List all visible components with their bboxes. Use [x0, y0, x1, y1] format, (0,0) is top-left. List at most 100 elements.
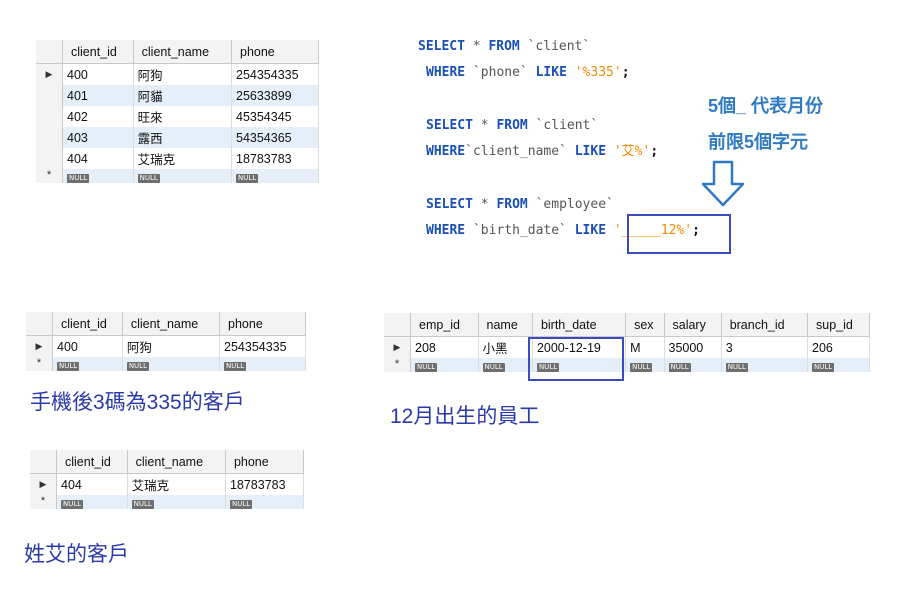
null-badge: NULL: [229, 500, 253, 509]
column-header[interactable]: sup_id: [807, 313, 870, 337]
null-cell[interactable]: NULL: [807, 358, 870, 372]
null-cell[interactable]: NULL: [219, 357, 306, 371]
cell[interactable]: 45354345: [231, 106, 319, 127]
table-row[interactable]: ▶ 400 阿狗 254354335: [26, 335, 306, 357]
table-row[interactable]: 403 露西 54354365: [36, 127, 319, 148]
new-row[interactable]: * NULL NULL NULL: [26, 357, 306, 371]
cell[interactable]: 254354335: [231, 63, 319, 85]
sql-identifier: `client`: [527, 118, 599, 133]
null-badge: NULL: [67, 174, 90, 183]
grid-header: client_id client_name phone: [36, 40, 319, 64]
new-row[interactable]: * NULL NULL NULL: [30, 495, 305, 509]
null-cell[interactable]: NULL: [56, 495, 128, 509]
column-header[interactable]: salary: [664, 313, 722, 337]
null-cell[interactable]: NULL: [133, 169, 233, 183]
table-row[interactable]: ▶ 404 艾瑞克 18783783: [30, 473, 305, 495]
null-cell[interactable]: NULL: [122, 357, 221, 371]
new-row[interactable]: * NULL NULL NULL: [36, 169, 319, 183]
table-row[interactable]: ▶ 208 小黑 2000-12-19 M 35000 3 206: [384, 336, 870, 358]
null-cell[interactable]: NULL: [127, 495, 226, 509]
sql-query-1-line-2: WHERE `phone` LIKE '%335';: [426, 65, 630, 81]
cell[interactable]: 404: [56, 473, 128, 495]
row-selector[interactable]: [36, 85, 63, 106]
new-row-icon[interactable]: *: [26, 357, 53, 371]
column-header[interactable]: birth_date: [532, 313, 627, 337]
row-selector-icon[interactable]: ▶: [26, 335, 53, 357]
column-header[interactable]: phone: [225, 450, 305, 474]
new-row-icon[interactable]: *: [30, 495, 57, 509]
null-cell[interactable]: NULL: [625, 358, 665, 372]
name-result-grid: client_id client_name phone ▶ 404 艾瑞克 18…: [30, 450, 305, 509]
cell[interactable]: 小黑: [478, 336, 533, 358]
null-cell[interactable]: NULL: [231, 169, 319, 183]
cell[interactable]: 208: [410, 336, 479, 358]
column-header[interactable]: client_name: [127, 450, 226, 474]
cell[interactable]: 18783783: [231, 148, 319, 169]
row-selector-icon[interactable]: ▶: [384, 336, 411, 358]
cell[interactable]: 400: [52, 335, 123, 357]
new-row[interactable]: * NULL NULL NULL NULL NULL NULL NULL: [384, 358, 870, 372]
cell[interactable]: 艾瑞克: [127, 473, 226, 495]
row-selector[interactable]: [36, 148, 63, 169]
cell[interactable]: 401: [62, 85, 134, 106]
row-selector-icon[interactable]: ▶: [36, 63, 63, 85]
column-header[interactable]: branch_id: [721, 313, 809, 337]
cell[interactable]: 18783783: [225, 473, 305, 495]
table-row[interactable]: ▶ 400 阿狗 254354335: [36, 63, 319, 85]
null-badge: NULL: [131, 500, 154, 509]
cell[interactable]: 254354335: [219, 335, 306, 357]
cell[interactable]: 404: [62, 148, 134, 169]
cell[interactable]: M: [625, 336, 665, 358]
column-header[interactable]: name: [478, 313, 533, 337]
null-cell[interactable]: NULL: [721, 358, 809, 372]
sql-query-1-line-1: SELECT * FROM `client`: [418, 39, 590, 55]
table-row[interactable]: 404 艾瑞克 18783783: [36, 148, 319, 169]
cell[interactable]: 阿狗: [133, 63, 233, 85]
column-header[interactable]: client_id: [56, 450, 128, 474]
cell[interactable]: 35000: [664, 336, 722, 358]
table-row[interactable]: 402 旺來 45354345: [36, 106, 319, 127]
column-header[interactable]: client_id: [52, 312, 123, 336]
sql-identifier: `employee`: [527, 197, 614, 212]
column-header[interactable]: phone: [231, 40, 319, 64]
row-selector[interactable]: [36, 127, 63, 148]
sql-keyword: WHERE: [426, 223, 466, 238]
column-header[interactable]: sex: [625, 313, 665, 337]
cell[interactable]: 露西: [133, 127, 233, 148]
null-cell[interactable]: NULL: [664, 358, 722, 372]
null-cell[interactable]: NULL: [410, 358, 479, 372]
null-cell[interactable]: NULL: [478, 358, 533, 372]
sql-keyword: SELECT: [426, 197, 473, 212]
new-row-icon[interactable]: *: [384, 358, 411, 372]
table-row[interactable]: 401 阿貓 25633899: [36, 85, 319, 106]
column-header[interactable]: emp_id: [410, 313, 479, 337]
cell[interactable]: 阿狗: [122, 335, 221, 357]
column-header[interactable]: client_name: [133, 40, 233, 64]
column-header[interactable]: phone: [219, 312, 306, 336]
null-cell[interactable]: NULL: [225, 495, 305, 509]
sql-keyword: LIKE: [535, 65, 567, 80]
null-cell[interactable]: NULL: [62, 169, 134, 183]
birth-date-highlight-box: [528, 337, 624, 381]
cell[interactable]: 25633899: [231, 85, 319, 106]
cell[interactable]: 旺來: [133, 106, 233, 127]
annotation-line-2: 前限5個字元: [708, 132, 809, 152]
column-header[interactable]: client_name: [122, 312, 221, 336]
grid-corner: [26, 312, 53, 336]
column-header[interactable]: client_id: [62, 40, 134, 64]
sql-identifier: `birth_date`: [465, 223, 575, 238]
cell[interactable]: 阿貓: [133, 85, 233, 106]
cell[interactable]: 400: [62, 63, 134, 85]
new-row-icon[interactable]: *: [36, 169, 63, 183]
grid-header: client_id client_name phone: [26, 312, 306, 336]
cell[interactable]: 54354365: [231, 127, 319, 148]
row-selector[interactable]: [36, 106, 63, 127]
cell[interactable]: 403: [62, 127, 134, 148]
cell[interactable]: 402: [62, 106, 134, 127]
row-selector-icon[interactable]: ▶: [30, 473, 57, 495]
sql-identifier: `client_name`: [465, 144, 575, 159]
cell[interactable]: 艾瑞克: [133, 148, 233, 169]
cell[interactable]: 206: [807, 336, 870, 358]
cell[interactable]: 3: [721, 336, 809, 358]
null-cell[interactable]: NULL: [52, 357, 123, 371]
